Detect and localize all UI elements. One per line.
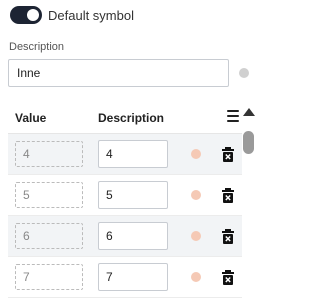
row-color-swatch[interactable]: [191, 231, 201, 241]
values-table: Value Description 4 5 6: [8, 98, 242, 300]
description-label: Description: [9, 41, 65, 53]
trash-icon[interactable]: [221, 229, 235, 244]
scrollbar-thumb[interactable]: [243, 131, 254, 154]
table-row: 5: [8, 175, 242, 216]
table-scrollbar[interactable]: [242, 108, 255, 300]
trash-icon[interactable]: [221, 147, 235, 162]
value-cell[interactable]: 4: [15, 141, 83, 167]
value-cell[interactable]: 5: [15, 182, 83, 208]
description-input[interactable]: [8, 59, 229, 87]
value-cell[interactable]: 7: [15, 264, 83, 290]
description-cell-input[interactable]: [98, 181, 168, 209]
default-symbol-toggle[interactable]: [10, 6, 42, 24]
value-cell[interactable]: 6: [15, 223, 83, 249]
default-symbol-label: Default symbol: [48, 7, 134, 23]
description-cell-input[interactable]: [98, 263, 168, 291]
description-column-header: Description: [98, 111, 165, 125]
description-cell-input[interactable]: [98, 140, 168, 168]
table-header: Value Description: [8, 98, 242, 134]
trash-icon[interactable]: [221, 270, 235, 285]
value-column-header: Value: [15, 111, 47, 125]
toggle-knob: [27, 9, 39, 21]
column-menu-icon[interactable]: [227, 110, 239, 122]
table-row: 7: [8, 257, 242, 298]
description-color-swatch[interactable]: [239, 68, 249, 78]
table-row: 6: [8, 216, 242, 257]
row-color-swatch[interactable]: [191, 149, 201, 159]
default-symbol-toggle-row: Default symbol: [10, 5, 134, 25]
scroll-up-arrow-icon[interactable]: [243, 108, 255, 116]
description-cell-input[interactable]: [98, 222, 168, 250]
table-row: 4: [8, 134, 242, 175]
trash-icon[interactable]: [221, 188, 235, 203]
row-color-swatch[interactable]: [191, 190, 201, 200]
row-color-swatch[interactable]: [191, 272, 201, 282]
